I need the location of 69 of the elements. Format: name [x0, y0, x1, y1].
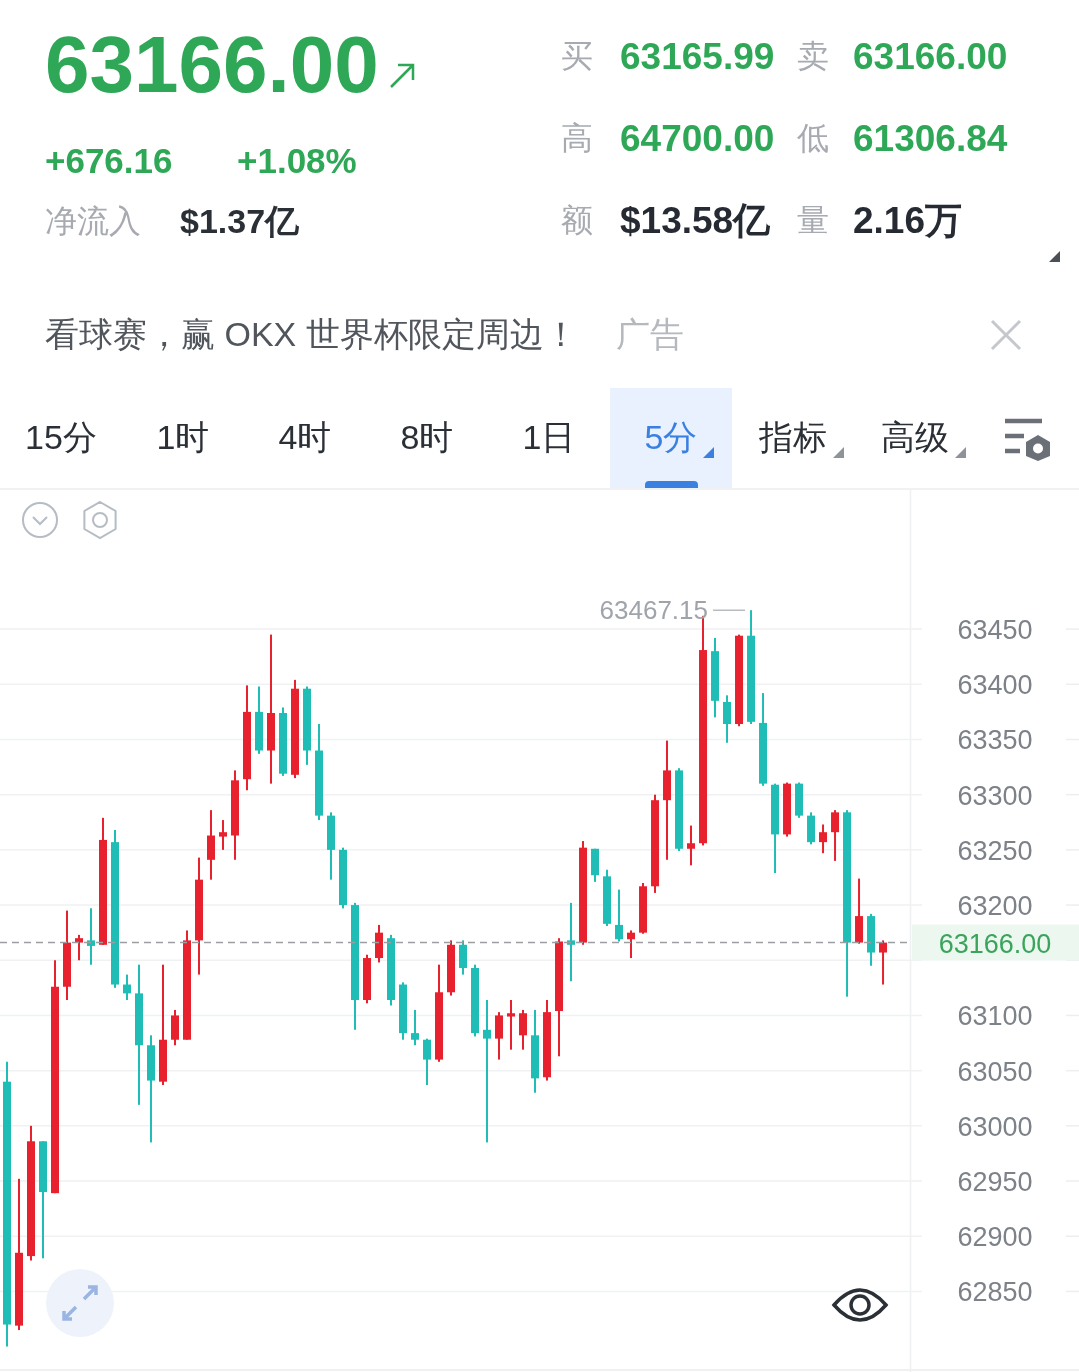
chevron-down-icon[interactable] — [22, 502, 58, 538]
candlestick — [687, 824, 696, 867]
axis-label: 63450 — [957, 615, 1033, 646]
timeframe-tab[interactable]: 4时 — [244, 388, 366, 488]
candlestick — [411, 1008, 420, 1047]
stat-value: 61306.84 — [853, 118, 1008, 160]
net-inflow-label: 净流入 — [45, 202, 142, 241]
stat-value: 63166.00 — [853, 36, 1008, 78]
axis-label: 63250 — [957, 835, 1033, 866]
timeframe-tab[interactable]: 1时 — [122, 388, 244, 488]
stat-label: 低 — [797, 119, 829, 158]
axis-label: 63050 — [957, 1056, 1033, 1087]
axis-label: 62850 — [957, 1277, 1033, 1308]
candlestick — [75, 933, 83, 962]
timeframe-tab[interactable]: 1日 — [488, 388, 610, 488]
candlestick — [723, 694, 732, 744]
stat-label: 高 — [561, 119, 593, 158]
candlestick — [879, 939, 888, 986]
price-change-percent: +1.08% — [237, 141, 357, 181]
timeframe-tab[interactable]: 指标 — [732, 388, 854, 488]
net-inflow-value: $1.37亿 — [180, 201, 300, 242]
timeframe-tab[interactable]: 8时 — [366, 388, 488, 488]
candlestick — [459, 939, 468, 976]
ad-tag: 广告 — [615, 312, 684, 358]
close-icon — [990, 319, 1022, 351]
high-price-label: 63467.15 — [599, 595, 709, 626]
candlestick — [483, 998, 492, 1144]
axis-label: 63000 — [957, 1111, 1033, 1142]
candlestick — [627, 929, 636, 960]
stat-label: 额 — [561, 201, 593, 240]
stat-label: 卖 — [797, 37, 829, 76]
ref-line-label: 63166.00 — [938, 928, 1052, 959]
timeframe-tab[interactable]: 15分 — [0, 388, 122, 488]
price-change: +676.16 — [45, 141, 174, 181]
stat-label: 买 — [561, 37, 593, 76]
ad-text[interactable]: 看球赛，赢 OKX 世界杯限定周边！ — [45, 312, 578, 358]
candlestick — [219, 819, 228, 851]
stat-label: 量 — [797, 201, 829, 240]
stat-value: 63165.99 — [620, 36, 775, 78]
close-button[interactable] — [990, 319, 1022, 351]
stat-value: 64700.00 — [620, 118, 775, 160]
candlestick — [423, 1037, 432, 1086]
axis-label: 62900 — [957, 1222, 1033, 1253]
eye-icon[interactable] — [832, 1288, 888, 1322]
expand-icon[interactable] — [46, 1269, 114, 1337]
candlestick — [495, 1011, 504, 1061]
candlestick — [519, 1008, 528, 1051]
candlestick — [567, 901, 576, 983]
axis-label: 63350 — [957, 725, 1033, 756]
selected-indicator — [645, 481, 698, 488]
last-price: 63166.00 — [45, 25, 379, 105]
axis-label: 63200 — [957, 891, 1033, 922]
leader-line — [712, 609, 746, 611]
corner-triangle-icon[interactable] — [1049, 251, 1060, 262]
axis-label: 63100 — [957, 1001, 1033, 1032]
candlestick — [507, 998, 516, 1051]
candlestick — [819, 823, 828, 855]
candlestick — [123, 973, 131, 1001]
axis-label: 63300 — [957, 780, 1033, 811]
stat-value: $13.58亿 — [620, 199, 771, 243]
current-price-tag: 63166.00 — [912, 924, 1079, 961]
stat-value: 2.16万 — [853, 199, 962, 243]
candlestick — [615, 888, 624, 943]
candlestick — [831, 809, 840, 862]
axis-label: 63400 — [957, 670, 1033, 701]
timeframe-tab[interactable]: 高级 — [854, 388, 976, 488]
hexagon-icon[interactable] — [83, 500, 117, 540]
candlestick — [87, 907, 95, 966]
axis-label: 62950 — [957, 1167, 1033, 1198]
